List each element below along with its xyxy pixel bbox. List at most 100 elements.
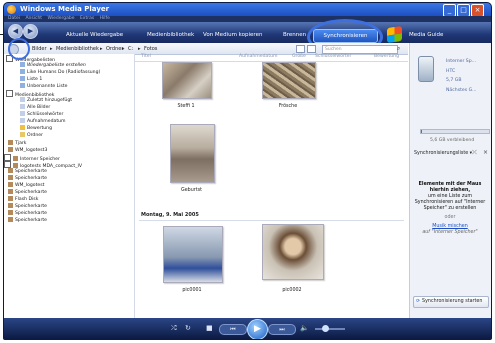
media-player-icon: [7, 5, 16, 14]
column-headers: Titel Aufnahmedatum Größe Schlüsselwörte…: [135, 54, 408, 62]
breadcrumb-drive[interactable]: C:: [128, 46, 133, 52]
breadcrumb-library[interactable]: Medienbibliothek: [56, 46, 99, 52]
device-icon: [8, 175, 13, 180]
tree-playlist-item[interactable]: Unbenannte Liste: [20, 83, 68, 90]
photo-thumbnail[interactable]: [262, 62, 316, 99]
breadcrumb-arrow-icon: ▸: [122, 46, 125, 52]
tree-device[interactable]: Speicherkarte: [8, 217, 47, 224]
tree-library[interactable]: Medienbibliothek: [6, 90, 54, 98]
photo-caption: pic0001: [182, 288, 202, 293]
column-size[interactable]: Größe: [292, 54, 306, 59]
menu-play[interactable]: Wiedergabe: [48, 16, 75, 21]
tree-device[interactable]: Speicherkarte: [8, 203, 47, 210]
mute-icon[interactable]: 🔈: [300, 324, 309, 332]
tree-device[interactable]: Interner Speicher: [4, 154, 60, 162]
photo-thumbnail[interactable]: [163, 226, 223, 283]
repeat-icon[interactable]: ↻: [185, 324, 191, 332]
back-button[interactable]: ◀: [8, 24, 23, 39]
breadcrumb-pictures[interactable]: Bilder: [32, 46, 47, 52]
next-button[interactable]: ⏭: [268, 324, 296, 335]
tree-device[interactable]: Flash Disk: [8, 196, 38, 203]
breadcrumb-arrow-icon: ▸: [100, 46, 103, 52]
tree-create-playlist[interactable]: Wiedergabeliste erstellen: [20, 62, 86, 69]
tree-all-pictures[interactable]: Alle Bilder: [20, 104, 50, 111]
device-icon: [8, 168, 13, 173]
storage-remaining: 5,6 GB verbleibend: [430, 138, 475, 143]
date-group-header: Montag, 9. Mai 2005: [141, 212, 199, 218]
previous-button[interactable]: ⏮: [219, 324, 247, 335]
search-input[interactable]: Suchen: [322, 45, 398, 54]
shuffle-icon[interactable]: ⤮: [171, 324, 177, 333]
device-icon: [8, 196, 13, 201]
tree-keywords[interactable]: Schlüsselwörter: [20, 111, 63, 118]
column-title[interactable]: Titel: [141, 54, 151, 59]
photo-thumbnail[interactable]: [262, 224, 324, 280]
menu-help[interactable]: Hilfe: [100, 16, 110, 21]
device-icon: [8, 217, 13, 222]
play-button[interactable]: ▶: [247, 319, 268, 339]
tree-device[interactable]: Speicherkarte: [8, 175, 47, 182]
photo-thumbnail[interactable]: [170, 124, 215, 183]
tree-recently-added[interactable]: Zuletzt hinzugefügt: [20, 97, 72, 104]
device-icon: [8, 210, 13, 215]
tab-burn[interactable]: Brennen: [283, 32, 306, 38]
breadcrumb-photos[interactable]: Fotos: [144, 46, 157, 52]
recent-icon: [20, 97, 25, 102]
menu-tools[interactable]: Extras: [80, 16, 94, 21]
tree-date-taken[interactable]: Aufnahmedatum: [20, 118, 66, 125]
annotation-circle: [8, 38, 30, 60]
tree-device[interactable]: Speicherkarte: [8, 168, 47, 175]
storage-fill: [421, 130, 423, 133]
menu-view[interactable]: Ansicht: [25, 16, 42, 21]
breadcrumb-arrow-icon: ▸: [50, 46, 53, 52]
search-icon[interactable]: ⌕: [397, 45, 400, 53]
column-keywords[interactable]: Schlüsselwörter: [315, 54, 351, 59]
calendar-icon: [20, 118, 25, 123]
group-divider: [139, 220, 404, 221]
next-device-link[interactable]: Nächstes G...: [446, 88, 477, 93]
tab-now-playing[interactable]: Aktuelle Wiedergabe: [66, 32, 123, 38]
close-list-icon[interactable]: ×: [483, 149, 488, 156]
column-rating[interactable]: Bewertung: [374, 54, 399, 59]
volume-slider[interactable]: [315, 328, 345, 330]
view-options-icon[interactable]: [296, 45, 305, 53]
drop-body: um eine Liste zum Synchronisieren auf "I…: [414, 194, 486, 211]
forward-button[interactable]: ▶: [23, 24, 38, 39]
stop-icon[interactable]: ■: [206, 324, 213, 332]
tree-device[interactable]: WM_logotest: [8, 182, 44, 189]
tree-folders[interactable]: Ordner: [20, 132, 43, 139]
column-date-taken[interactable]: Aufnahmedatum: [239, 54, 278, 59]
device-icon: [8, 147, 13, 152]
start-sync-button[interactable]: ⟳ Synchronisierung starten: [413, 296, 489, 308]
tab-rip[interactable]: Von Medium kopieren: [203, 32, 262, 38]
sync-pane: [409, 43, 491, 318]
storage-bar: [420, 129, 490, 134]
tree-device[interactable]: Speicherkarte: [8, 189, 47, 196]
tree-playlist-item[interactable]: Liste 1: [20, 76, 42, 83]
device-capacity: 5,7 GB: [446, 78, 462, 83]
photo-caption: Frösche: [278, 104, 298, 109]
windows-logo-icon: [387, 25, 402, 44]
clear-list-icon[interactable]: ⤫: [472, 149, 477, 157]
breadcrumb-arrow-icon: ▸: [138, 46, 141, 52]
tab-library[interactable]: Medienbibliothek: [147, 32, 194, 38]
volume-thumb[interactable]: [322, 325, 329, 332]
tree-rating[interactable]: Bewertung: [20, 125, 52, 132]
tab-media-guide[interactable]: Media Guide: [409, 32, 443, 38]
player-window: Windows Media Player _ □ × Datei Ansicht…: [3, 2, 492, 340]
tree-device[interactable]: Tjark: [8, 140, 26, 147]
drop-title: Elemente mit der Maus hierhin ziehen,: [418, 182, 482, 193]
tree-device[interactable]: WM_logotest3: [8, 147, 47, 154]
layout-options-icon[interactable]: [307, 45, 316, 53]
device-name[interactable]: Interner Sp...: [446, 59, 476, 64]
tree-playlist-item[interactable]: Like Humans Do (Radiofassung): [20, 69, 100, 76]
photo-thumbnail[interactable]: [162, 62, 212, 99]
tree-device[interactable]: Speicherkarte: [8, 210, 47, 217]
breadcrumb-folders[interactable]: Ordner: [106, 46, 123, 52]
menu-file[interactable]: Datei: [8, 16, 20, 21]
sync-list-dropdown[interactable]: Synchronisierungsliste ▾: [414, 151, 472, 156]
tree-device[interactable]: logotests MDA_compact_IV: [4, 161, 82, 169]
device-icon: [8, 189, 13, 194]
sync-icon: ⟳: [416, 299, 421, 304]
photo-caption: pic0002: [282, 288, 302, 293]
